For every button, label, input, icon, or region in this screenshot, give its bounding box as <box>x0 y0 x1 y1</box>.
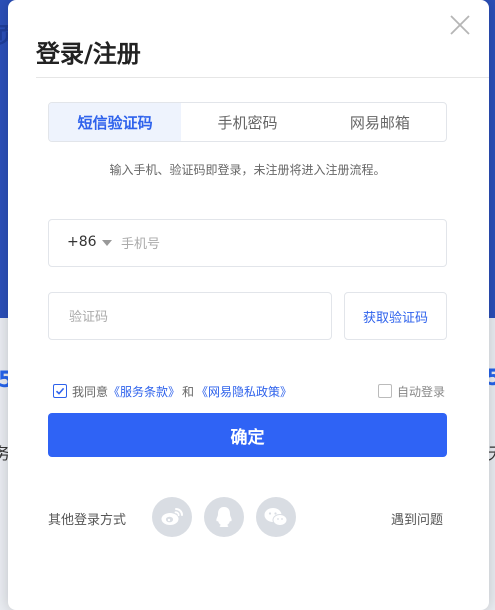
country-code-select[interactable]: +86 <box>67 234 97 250</box>
tab-netease-email[interactable]: 网易邮箱 <box>314 103 446 141</box>
auto-login-checkbox[interactable] <box>378 384 392 398</box>
login-modal: 登录/注册 短信验证码 手机密码 网易邮箱 输入手机、验证码即登录，未注册将进入… <box>8 0 489 610</box>
login-hint: 输入手机、验证码即登录，未注册将进入注册流程。 <box>109 163 386 177</box>
auto-login-label: 自动登录 <box>397 384 446 399</box>
agreement-and: 和 <box>182 384 195 399</box>
other-login-label: 其他登录方式 <box>48 513 127 528</box>
title-divider <box>36 77 489 78</box>
modal-title: 登录/注册 <box>36 40 141 68</box>
phone-field: +86 <box>48 219 447 267</box>
chevron-down-icon[interactable] <box>102 240 112 246</box>
privacy-link[interactable]: 《网易隐私政策》 <box>196 383 292 400</box>
agreement-prefix: 我同意 <box>72 384 109 399</box>
phone-input[interactable] <box>121 232 421 256</box>
agreement-row: 我同意 《服务条款》 和 《网易隐私政策》 <box>53 383 292 399</box>
confirm-button[interactable]: 确定 <box>48 413 447 457</box>
close-icon[interactable] <box>447 12 473 38</box>
auto-login-toggle[interactable]: 自动登录 <box>378 383 445 399</box>
code-input[interactable] <box>69 305 309 329</box>
agreement-checkbox[interactable] <box>53 384 67 398</box>
check-icon <box>55 387 65 395</box>
login-tabs: 短信验证码 手机密码 网易邮箱 <box>48 102 447 142</box>
weibo-icon[interactable] <box>152 497 192 537</box>
tab-sms-code[interactable]: 短信验证码 <box>49 103 182 141</box>
wechat-icon[interactable] <box>256 497 296 537</box>
code-field <box>48 292 332 340</box>
terms-link[interactable]: 《服务条款》 <box>108 383 180 400</box>
get-code-button[interactable]: 获取验证码 <box>344 292 447 340</box>
help-link[interactable]: 遇到问题 <box>391 509 443 528</box>
qq-icon[interactable] <box>204 497 244 537</box>
tab-phone-password[interactable]: 手机密码 <box>181 103 313 141</box>
background-text-right: 无 <box>488 440 495 464</box>
